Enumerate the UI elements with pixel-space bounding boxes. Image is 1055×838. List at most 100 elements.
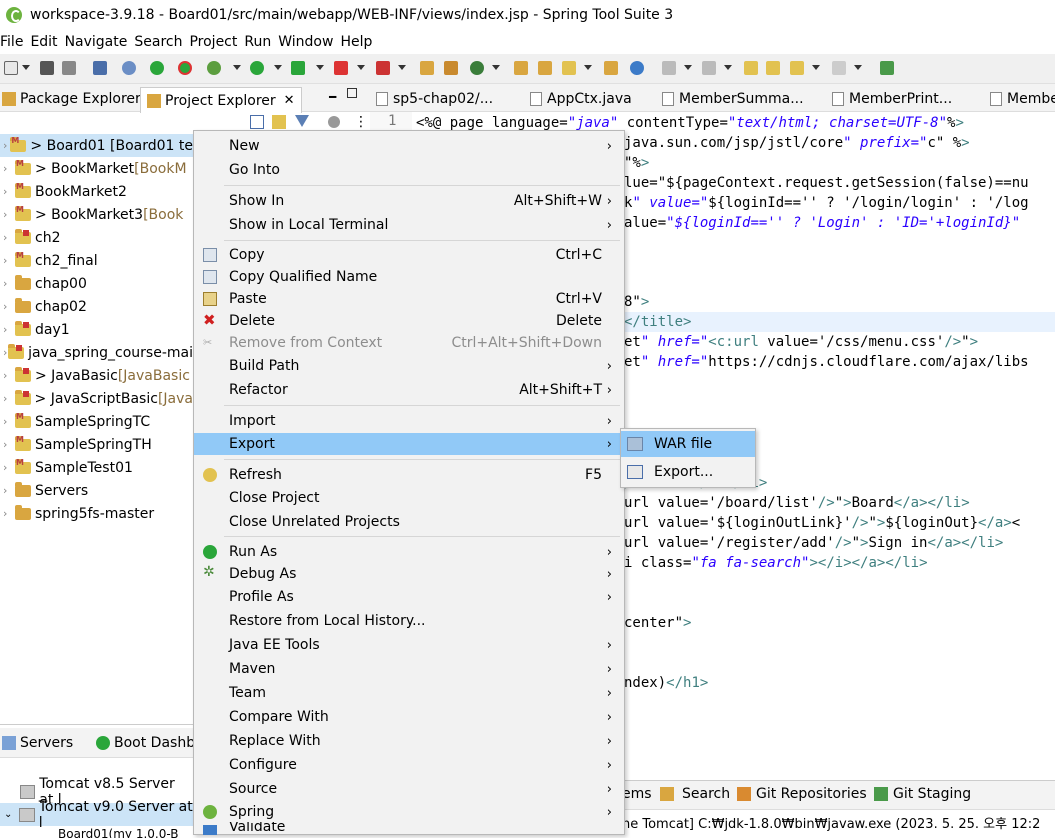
expand-arrow-icon[interactable]: ›	[3, 254, 15, 267]
menu-file[interactable]: File	[0, 34, 30, 50]
code-line[interactable]: </title>	[624, 312, 691, 332]
server-row-selected[interactable]: ⌄ Tomcat v9.0 Server at l	[0, 799, 193, 831]
code-line[interactable]: url value='/register/add'/>">Sign in</a>…	[624, 533, 1003, 553]
menu-item-refactor[interactable]: Refactor Alt+Shift+T ›	[194, 379, 624, 401]
search-tool-icon[interactable]	[562, 61, 576, 75]
tree-item[interactable]: › M > BookMarket [BookM	[0, 157, 193, 180]
expand-arrow-icon[interactable]: ›	[3, 231, 15, 244]
run-external-dropdown-icon[interactable]	[316, 65, 324, 70]
server-icon[interactable]	[376, 61, 390, 75]
menu-item-import[interactable]: Import ›	[194, 410, 624, 432]
menu-item-run-as[interactable]: Run As ›	[194, 541, 624, 563]
editor-tab[interactable]: AppCtx.java	[530, 88, 632, 110]
stop-dropdown-icon[interactable]	[357, 65, 365, 70]
open-type-icon[interactable]	[514, 61, 528, 75]
code-line[interactable]: center">	[624, 613, 691, 633]
menu-item-copy-qualified[interactable]: Copy Qualified Name	[194, 266, 624, 288]
new-package-icon[interactable]	[444, 61, 458, 75]
expand-arrow-icon[interactable]: ›	[3, 162, 15, 175]
code-line[interactable]: url value='/board/list'/>">Board</a></li…	[624, 493, 970, 513]
menu-item-go-into[interactable]: Go Into	[194, 159, 624, 181]
expand-arrow-icon[interactable]: ›	[3, 300, 15, 313]
code-line[interactable]: ndex)</h1>	[624, 673, 708, 693]
tab-search[interactable]: Search	[682, 786, 730, 802]
menu-item-refresh[interactable]: Refresh F5	[194, 464, 624, 486]
debug-dropdown-icon[interactable]	[233, 65, 241, 70]
submenu-item-war-file[interactable]: WAR file	[621, 431, 755, 457]
expand-icon[interactable]: ⌄	[4, 809, 15, 820]
menu-item-close-unrelated[interactable]: Close Unrelated Projects	[194, 511, 624, 533]
menu-item-replace-with[interactable]: Replace With ›	[194, 730, 624, 752]
filter-icon[interactable]	[295, 115, 309, 127]
menu-item-paste[interactable]: Paste Ctrl+V	[194, 288, 624, 310]
menu-item-spring[interactable]: Spring ›	[194, 801, 624, 823]
forward-dropdown-icon[interactable]	[854, 65, 862, 70]
tab-project-explorer[interactable]: Project Explorer ✕	[140, 87, 302, 113]
expand-arrow-icon[interactable]: ›	[3, 369, 15, 382]
tab-boot-dashboard[interactable]: Boot Dashb	[96, 732, 195, 754]
minimize-icon[interactable]: ━	[329, 90, 336, 104]
save-all-icon[interactable]	[62, 61, 76, 75]
code-line[interactable]: et" href="<c:url value='/css/menu.css'/>…	[624, 332, 978, 352]
server-dropdown-icon[interactable]	[398, 65, 406, 70]
tree-item[interactable]: › M > BookMarket3 [Book	[0, 203, 193, 226]
menu-item-remove-from-context[interactable]: ✂ Remove from Context Ctrl+Alt+Shift+Down	[194, 332, 624, 354]
link-editor-icon[interactable]	[272, 115, 286, 129]
menu-item-team[interactable]: Team ›	[194, 682, 624, 704]
menu-window[interactable]: Window	[278, 34, 340, 50]
code-line[interactable]: 8">	[624, 292, 649, 312]
skip-breakpoints-icon[interactable]	[122, 61, 136, 75]
menu-item-new[interactable]: New ›	[194, 135, 624, 157]
tab-git-repositories[interactable]: Git Repositories	[756, 786, 867, 802]
new-dropdown-icon[interactable]	[22, 65, 30, 70]
tree-item[interactable]: › Servers	[0, 479, 193, 502]
menu-item-source[interactable]: Source ›	[194, 778, 624, 800]
tree-item[interactable]: › > JavaBasic [JavaBasic	[0, 364, 193, 387]
expand-arrow-icon[interactable]: ›	[3, 438, 15, 451]
menu-item-compare-with[interactable]: Compare With ›	[194, 706, 624, 728]
expand-arrow-icon[interactable]: ›	[3, 415, 15, 428]
menu-run[interactable]: Run	[244, 34, 278, 50]
menu-navigate[interactable]: Navigate	[65, 34, 135, 50]
menu-search[interactable]: Search	[134, 34, 189, 50]
tree-item[interactable]: › > JavaScriptBasic [Java	[0, 387, 193, 410]
tree-item[interactable]: › M BookMarket2	[0, 180, 193, 203]
menu-item-validate[interactable]: Validate	[194, 822, 624, 835]
run-icon[interactable]	[250, 61, 264, 75]
editor-tab[interactable]: Membe	[990, 88, 1055, 110]
tab-package-explorer[interactable]: Package Explorer	[2, 88, 141, 110]
expand-arrow-icon[interactable]: ›	[3, 139, 10, 152]
perspective-icon[interactable]	[880, 61, 894, 75]
tree-item[interactable]: › ch2	[0, 226, 193, 249]
back-edit-icon[interactable]	[766, 61, 780, 75]
code-line[interactable]: k" value="${loginId=='' ? '/login/login'…	[624, 193, 1029, 213]
new-class-icon[interactable]	[470, 61, 484, 75]
submenu-item-export[interactable]: Export...	[621, 459, 755, 485]
editor-tab[interactable]: MemberSumma...	[662, 88, 804, 110]
menu-project[interactable]: Project	[189, 34, 244, 50]
tree-item[interactable]: › M > Board01 [Board01 te	[0, 134, 193, 157]
spring-boot-icon[interactable]	[150, 61, 164, 75]
menu-edit[interactable]: Edit	[30, 34, 64, 50]
tree-item[interactable]: › day1	[0, 318, 193, 341]
menu-help[interactable]: Help	[340, 34, 379, 50]
expand-arrow-icon[interactable]: ›	[3, 392, 15, 405]
globe-icon[interactable]	[630, 61, 644, 75]
prev-annotation-dropdown-icon[interactable]	[724, 65, 732, 70]
tree-item[interactable]: › chap02	[0, 295, 193, 318]
new-class-dropdown-icon[interactable]	[492, 65, 500, 70]
menu-item-show-in[interactable]: Show In Alt+Shift+W ›	[194, 190, 624, 212]
forward-icon[interactable]	[832, 61, 846, 75]
tree-item[interactable]: › Mch2_final	[0, 249, 193, 272]
code-line[interactable]: java.sun.com/jsp/jstl/core" prefix="c" %…	[624, 133, 970, 153]
run-dropdown-icon[interactable]	[274, 65, 282, 70]
next-annotation-icon[interactable]	[662, 61, 676, 75]
menu-item-maven[interactable]: Maven ›	[194, 658, 624, 680]
last-edit-icon[interactable]	[744, 61, 758, 75]
tree-item[interactable]: › java_spring_course-mai	[0, 341, 193, 364]
search-dropdown-icon[interactable]	[584, 65, 592, 70]
menu-item-build-path[interactable]: Build Path ›	[194, 355, 624, 377]
expand-arrow-icon[interactable]: ›	[3, 323, 15, 336]
close-tab-icon[interactable]: ✕	[284, 93, 295, 108]
more-options-icon[interactable]: ⋮	[354, 114, 368, 130]
